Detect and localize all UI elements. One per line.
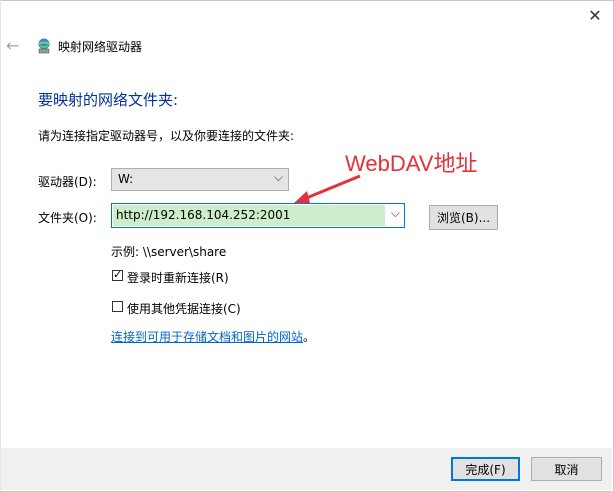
folder-combobox[interactable]: http://192.168.104.252:2001 ⌵	[111, 203, 405, 228]
close-button[interactable]: ✕	[578, 0, 612, 30]
website-link[interactable]: 连接到可用于存储文档和图片的网站	[111, 328, 303, 345]
close-icon: ✕	[588, 5, 602, 25]
credentials-checkbox[interactable]	[112, 301, 123, 312]
finish-button[interactable]: 完成(F)	[451, 457, 520, 481]
drive-select-value: W:	[118, 172, 134, 186]
chevron-down-icon: ⌵	[273, 170, 283, 184]
back-button[interactable]: ←	[6, 36, 26, 56]
dialog-footer	[1, 448, 612, 490]
website-link-text[interactable]: 连接到可用于存储文档和图片的网站	[111, 330, 303, 344]
link-suffix: 。	[303, 330, 316, 344]
cancel-button[interactable]: 取消	[531, 457, 602, 481]
dialog-title: 映射网络驱动器	[58, 40, 143, 54]
chevron-down-icon[interactable]: ⌵	[391, 206, 400, 221]
annotation-label: WebDAV地址	[345, 151, 478, 176]
drive-label: 驱动器(D):	[38, 175, 97, 189]
instruction-text: 请为连接指定驱动器号，以及你要连接的文件夹:	[38, 129, 295, 143]
reconnect-label[interactable]: 登录时重新连接(R)	[127, 269, 229, 286]
page-heading: 要映射的网络文件夹:	[38, 91, 179, 109]
example-text: 示例: \\server\share	[111, 245, 227, 259]
drive-select[interactable]: W: ⌵	[111, 168, 289, 191]
folder-label: 文件夹(O):	[38, 211, 97, 225]
back-arrow-icon: ←	[6, 36, 20, 55]
folder-input-value: http://192.168.104.252:2001	[116, 208, 291, 222]
credentials-label[interactable]: 使用其他凭据连接(C)	[127, 300, 241, 317]
browse-button[interactable]: 浏览(B)...	[429, 205, 498, 230]
network-drive-icon	[38, 38, 50, 54]
reconnect-checkbox[interactable]: ✓	[112, 268, 123, 281]
checkmark-icon: ✓	[113, 268, 123, 281]
dialog-window	[0, 0, 614, 492]
